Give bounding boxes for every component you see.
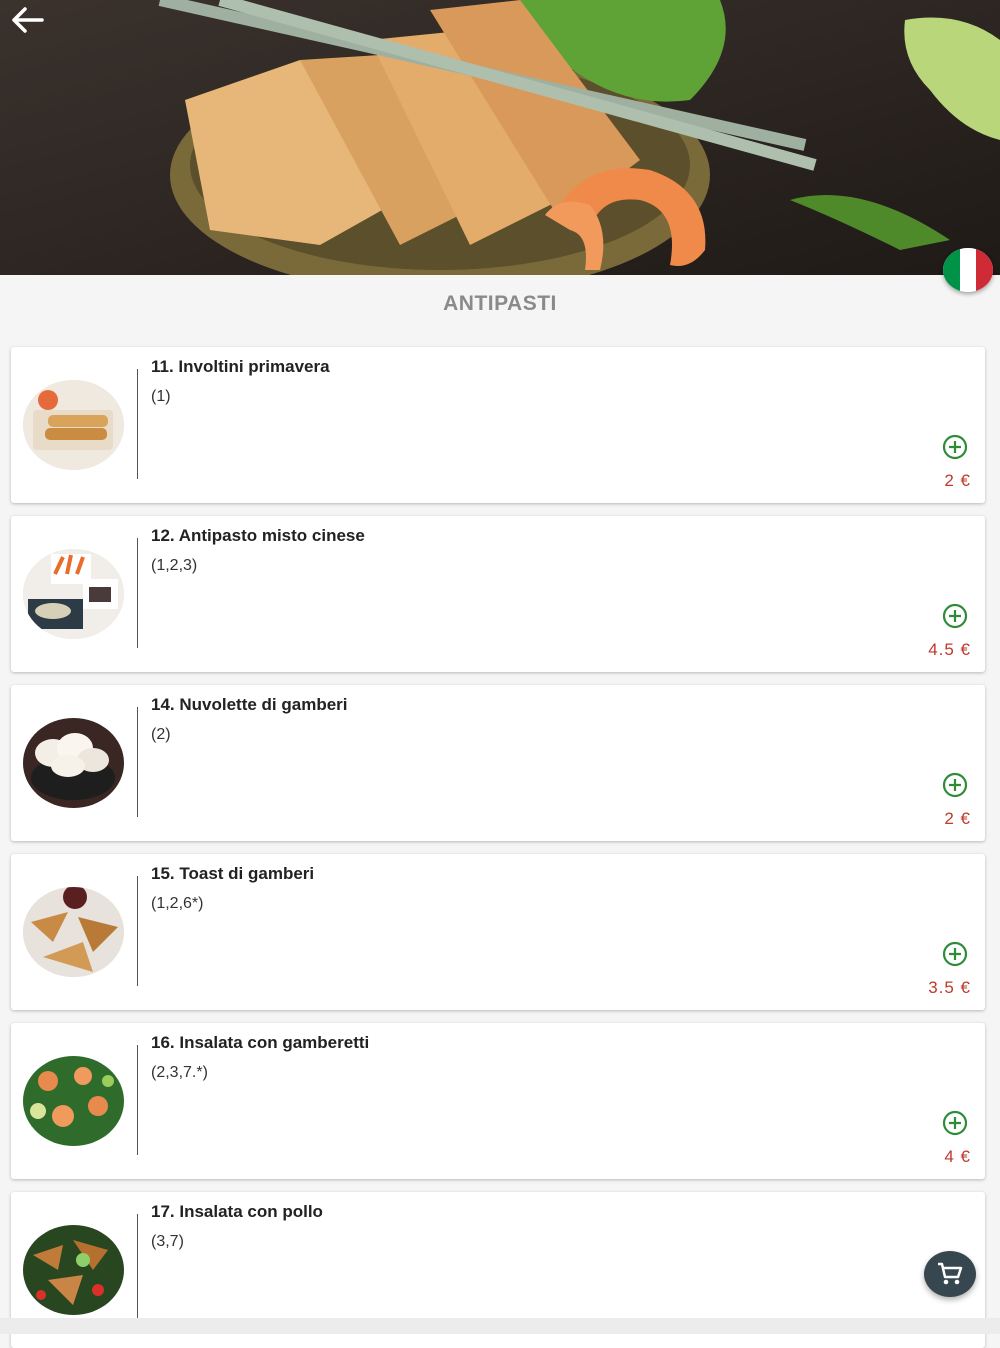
divider xyxy=(137,707,138,817)
hero-photo xyxy=(0,0,1000,275)
divider xyxy=(137,1214,138,1324)
item-name: 11. Involtini primavera xyxy=(151,357,330,376)
plus-circle-icon xyxy=(942,1110,968,1136)
bottom-bar xyxy=(0,1318,1000,1334)
item-allergens: (2) xyxy=(151,726,171,743)
item-name: 14. Nuvolette di gamberi xyxy=(151,695,348,714)
item-price: 2 € xyxy=(944,471,971,490)
flag-stripe-white xyxy=(959,248,977,292)
item-price: 2 € xyxy=(944,809,971,828)
item-price: 4.5 € xyxy=(928,640,971,659)
plus-circle-icon xyxy=(942,434,968,460)
item-thumbnail xyxy=(23,1056,124,1146)
item-price: 4 € xyxy=(944,1147,971,1166)
item-allergens: (1) xyxy=(151,388,171,405)
language-flag-button[interactable] xyxy=(943,248,993,292)
shopping-cart-icon xyxy=(938,1262,963,1285)
item-name: 16. Insalata con gamberetti xyxy=(151,1033,370,1052)
item-name: 12. Antipasto misto cinese xyxy=(151,526,365,545)
divider xyxy=(137,876,138,986)
cart-button[interactable] xyxy=(924,1251,976,1297)
add-item-button[interactable] xyxy=(941,433,969,461)
add-item-button[interactable] xyxy=(941,940,969,968)
menu-item-card[interactable]: 11. Involtini primavera (1) 2 € xyxy=(11,347,985,503)
hero-image xyxy=(0,0,1000,275)
menu-item-card[interactable]: 12. Antipasto misto cinese (1,2,3) 4.5 € xyxy=(11,516,985,672)
plus-circle-icon xyxy=(942,941,968,967)
divider xyxy=(137,538,138,648)
section-title: ANTIPASTI xyxy=(443,292,557,315)
item-allergens: (1,2,6*) xyxy=(151,895,204,912)
item-allergens: (2,3,7.*) xyxy=(151,1064,208,1081)
item-thumbnail xyxy=(23,887,124,977)
add-item-button[interactable] xyxy=(941,771,969,799)
item-price: 3.5 € xyxy=(928,978,971,997)
menu-item-card[interactable]: 14. Nuvolette di gamberi (2) 2 € xyxy=(11,685,985,841)
item-name: 17. Insalata con pollo xyxy=(151,1202,323,1221)
plus-circle-icon xyxy=(942,603,968,629)
divider xyxy=(137,369,138,479)
menu-item-card[interactable]: 15. Toast di gamberi (1,2,6*) 3.5 € xyxy=(11,854,985,1010)
item-allergens: (3,7) xyxy=(151,1233,184,1250)
item-thumbnail xyxy=(23,718,124,808)
back-button[interactable] xyxy=(10,6,54,46)
add-item-button[interactable] xyxy=(941,602,969,630)
item-name: 15. Toast di gamberi xyxy=(151,864,315,883)
divider xyxy=(137,1045,138,1155)
item-thumbnail xyxy=(23,380,124,470)
plus-circle-icon xyxy=(942,772,968,798)
add-item-button[interactable] xyxy=(941,1109,969,1137)
item-allergens: (1,2,3) xyxy=(151,557,198,574)
item-thumbnail xyxy=(23,549,124,639)
item-thumbnail xyxy=(23,1225,124,1315)
menu-item-card[interactable]: 16. Insalata con gamberetti (2,3,7.*) 4 … xyxy=(11,1023,985,1179)
arrow-left-icon xyxy=(12,7,44,33)
